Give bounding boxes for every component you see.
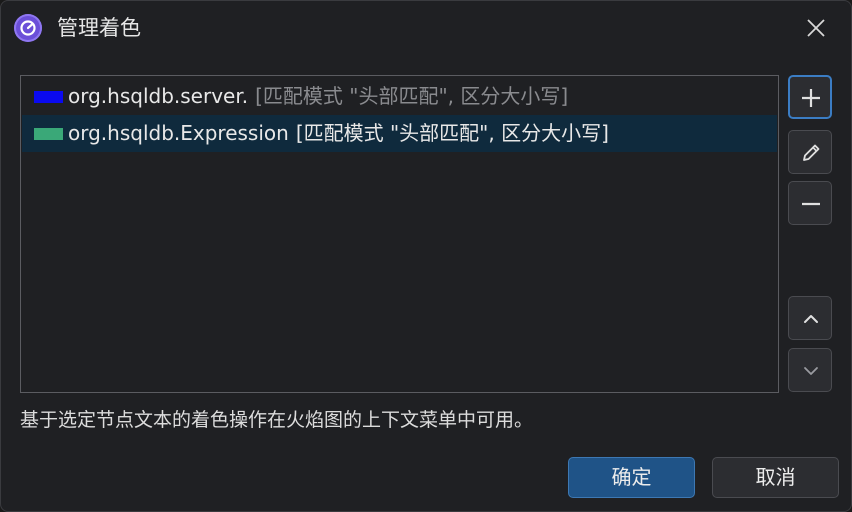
- coloring-rules-list[interactable]: org.hsqldb.server. [匹配模式 "头部匹配", 区分大小写] o…: [20, 75, 779, 393]
- rule-pattern: org.hsqldb.Expression: [68, 121, 289, 145]
- move-down-button[interactable]: [788, 348, 832, 392]
- color-swatch: [34, 91, 63, 103]
- move-up-button[interactable]: [788, 296, 832, 340]
- list-item[interactable]: org.hsqldb.server. [匹配模式 "头部匹配", 区分大小写]: [22, 78, 777, 115]
- cancel-button[interactable]: 取消: [712, 457, 839, 498]
- chevron-up-icon: [804, 315, 818, 323]
- close-icon: [807, 19, 825, 37]
- edit-rule-button[interactable]: [788, 130, 832, 174]
- list-item-selected[interactable]: org.hsqldb.Expression [匹配模式 "头部匹配", 区分大小写…: [22, 115, 777, 152]
- chevron-down-icon: [804, 367, 818, 375]
- ok-button[interactable]: 确定: [568, 457, 695, 498]
- pencil-icon: [803, 144, 820, 161]
- close-button[interactable]: [799, 11, 833, 45]
- rule-options: [匹配模式 "头部匹配", 区分大小写]: [255, 84, 569, 108]
- remove-rule-button[interactable]: [788, 181, 832, 225]
- app-logo-icon: [14, 14, 42, 42]
- plus-icon: [802, 89, 820, 107]
- manage-coloring-dialog: 管理着色 org.hsqldb.server. [匹配模式 "头部匹配", 区分大…: [0, 0, 852, 512]
- rule-options: [匹配模式 "头部匹配", 区分大小写]: [295, 121, 609, 145]
- title-bar: 管理着色: [1, 1, 851, 55]
- hint-text: 基于选定节点文本的着色操作在火焰图的上下文菜单中可用。: [20, 409, 534, 431]
- rule-pattern: org.hsqldb.server.: [68, 84, 249, 108]
- color-swatch: [34, 128, 63, 140]
- minus-icon: [802, 202, 820, 206]
- dialog-title: 管理着色: [57, 16, 141, 40]
- add-rule-button[interactable]: [788, 75, 832, 119]
